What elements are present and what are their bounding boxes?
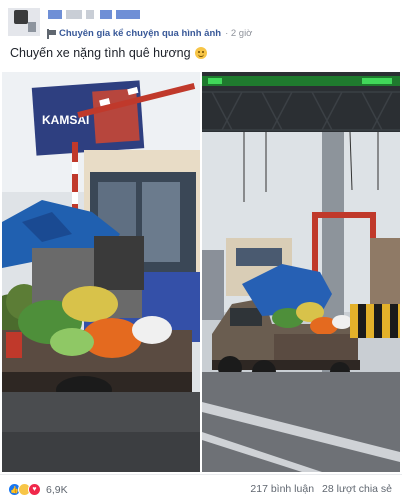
redacted-author-name[interactable] <box>100 10 112 19</box>
post-caption: Chuyến xe nặng tình quê hương <box>10 46 207 60</box>
caption-text: Chuyến xe nặng tình quê hương <box>10 46 191 60</box>
avatar-image-part <box>28 22 36 32</box>
flag-icon <box>46 28 56 39</box>
redacted-author-name[interactable] <box>116 10 140 19</box>
photo-right[interactable] <box>202 72 400 472</box>
photo-left[interactable]: KAMSAI <box>2 72 200 472</box>
facebook-post: Chuyên gia kể chuyện qua hình ảnh · 2 gi… <box>0 0 402 504</box>
post-footer: 👍 ♥ 6,9K 217 bình luận 28 lượt chia sẻ <box>0 474 402 504</box>
shares-count-link[interactable]: 28 lượt chia sẻ <box>322 483 392 495</box>
reactions-summary[interactable]: 👍 ♥ 6,9K <box>8 483 68 496</box>
redacted-author-name <box>86 10 94 19</box>
truck-photo-wide <box>202 72 400 472</box>
avatar[interactable] <box>8 8 40 36</box>
comments-count-link[interactable]: 217 bình luận <box>250 483 314 495</box>
redacted-author-name <box>66 10 82 19</box>
truck-photo-closeup: KAMSAI <box>2 72 200 472</box>
post-header: Chuyên gia kể chuyện qua hình ảnh · 2 gi… <box>8 8 398 39</box>
avatar-image <box>14 10 28 24</box>
redacted-author-name[interactable] <box>48 10 62 19</box>
reaction-count[interactable]: 6,9K <box>46 484 68 496</box>
group-line: Chuyên gia kể chuyện qua hình ảnh · 2 gi… <box>46 28 252 39</box>
smiling-face-icon <box>194 47 207 59</box>
group-name-link[interactable]: Chuyên gia kể chuyện qua hình ảnh <box>59 28 221 39</box>
post-time[interactable]: · 2 giờ <box>225 28 252 39</box>
love-reaction-icon: ♥ <box>28 483 41 496</box>
billboard: KAMSAI <box>31 80 145 156</box>
post-stats: 217 bình luận 28 lượt chia sẻ <box>250 483 392 495</box>
